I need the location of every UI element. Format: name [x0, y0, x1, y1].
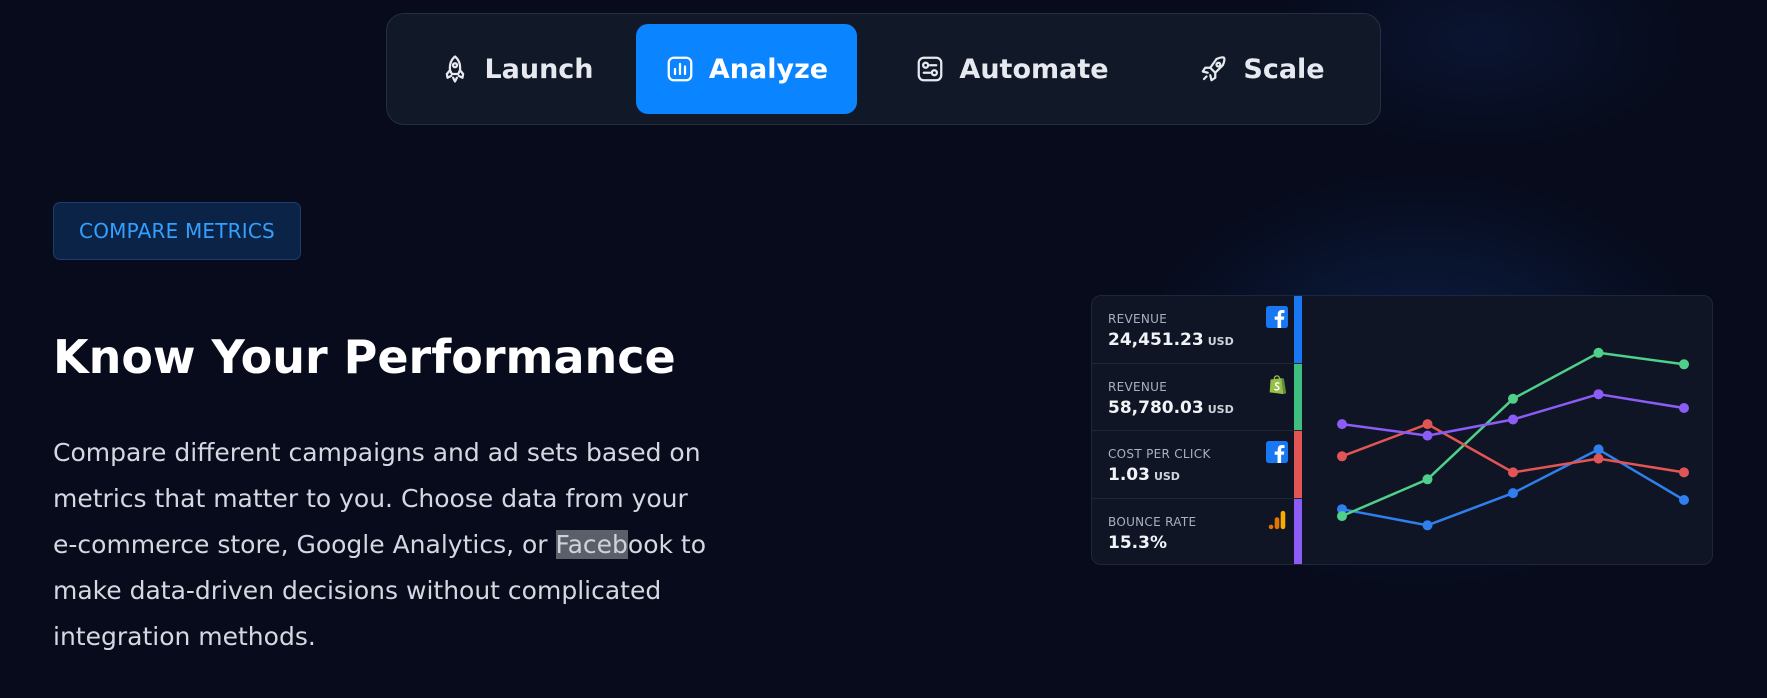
metric-revenue-shopify[interactable]: REVENUE 58,780.03 USD — [1092, 363, 1302, 431]
toggle-settings-icon — [918, 56, 943, 82]
data-point-1-3 — [1593, 347, 1604, 358]
data-point-3-4 — [1679, 403, 1689, 413]
data-point-3-3 — [1593, 389, 1604, 400]
metric-color-bar — [1294, 498, 1302, 564]
data-point-0-4 — [1679, 495, 1689, 505]
tab-label: Analyze — [708, 53, 829, 85]
metric-label: BOUNCE RATE — [1108, 514, 1197, 529]
section-badge: COMPARE METRICS — [53, 202, 301, 260]
facebook-icon — [1266, 441, 1288, 463]
data-point-2-4 — [1679, 467, 1689, 478]
data-point-2-3 — [1593, 453, 1604, 464]
selected-text: Faceb — [555, 530, 628, 559]
data-point-3-1 — [1422, 430, 1433, 441]
data-point-2-1 — [1422, 419, 1433, 430]
metric-bounce-rate[interactable]: BOUNCE RATE 15.3% — [1092, 498, 1302, 564]
tab-analyze[interactable]: Analyze — [636, 24, 857, 114]
metric-unit: USD — [1153, 470, 1180, 483]
section-description: Compare different campaigns and ad sets … — [53, 430, 713, 660]
data-point-3-2 — [1508, 414, 1518, 425]
data-point-0-3 — [1593, 444, 1604, 455]
data-point-1-2 — [1508, 393, 1518, 404]
data-point-3-0 — [1337, 419, 1347, 430]
metric-value: 24,451.23 USD — [1108, 330, 1234, 350]
tab-launch[interactable]: Launch — [407, 24, 627, 114]
google-analytics-icon — [1268, 510, 1286, 529]
metric-label: REVENUE — [1108, 379, 1168, 394]
section-heading: Know Your Performance — [53, 330, 676, 384]
metric-revenue-facebook[interactable]: REVENUE 24,451.23 USD — [1092, 296, 1302, 364]
data-point-1-1 — [1422, 474, 1433, 485]
feature-tabs: Launch Analyze Automate Scale — [386, 13, 1381, 125]
data-point-2-2 — [1508, 467, 1518, 478]
tab-label: Scale — [1243, 53, 1325, 85]
data-point-0-1 — [1422, 520, 1433, 531]
metrics-line-chart — [1337, 347, 1689, 531]
metric-value: 15.3% — [1108, 532, 1167, 553]
metric-unit: USD — [1207, 335, 1234, 348]
rocket-outline-icon — [446, 55, 465, 83]
shopify-icon — [1269, 374, 1287, 394]
data-point-2-0 — [1337, 451, 1347, 462]
metric-cost-per-click[interactable]: COST PER CLICK 1.03 USD — [1092, 431, 1302, 499]
metric-unit: USD — [1207, 402, 1234, 416]
data-point-1-0 — [1337, 511, 1347, 522]
tab-label: Automate — [959, 53, 1109, 85]
metric-label: REVENUE — [1108, 312, 1168, 326]
metrics-panel: REVENUE 24,451.23 USD REVENUE 58,780.03 US… — [1091, 295, 1713, 565]
metric-color-bar — [1294, 431, 1302, 498]
metric-color-bar — [1294, 363, 1302, 430]
metric-value: 58,780.03 USD — [1108, 397, 1234, 418]
metric-label: COST PER CLICK — [1108, 447, 1211, 461]
data-point-1-4 — [1679, 359, 1689, 370]
data-point-0-2 — [1508, 488, 1518, 499]
facebook-icon — [1266, 306, 1288, 328]
tab-automate[interactable]: Automate — [887, 24, 1137, 114]
tab-scale[interactable]: Scale — [1167, 24, 1357, 114]
tab-label: Launch — [484, 53, 594, 85]
bar-chart-icon — [667, 56, 693, 82]
metric-color-bar — [1294, 296, 1302, 363]
rocket-icon — [1202, 56, 1226, 82]
series-line-0 — [1341, 448, 1685, 527]
metric-value: 1.03 USD — [1108, 465, 1180, 485]
